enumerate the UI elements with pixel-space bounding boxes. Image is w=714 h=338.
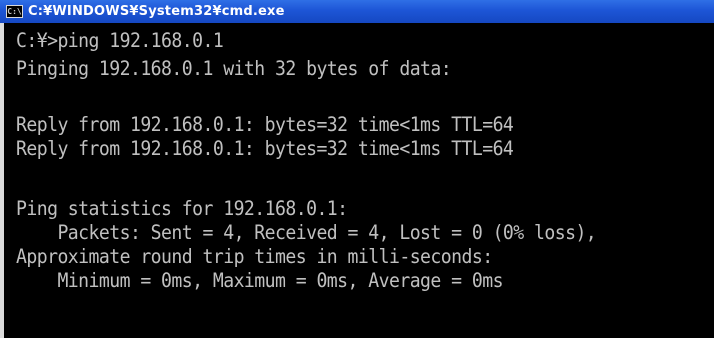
console-line: Ping statistics for 192.168.0.1: xyxy=(16,197,348,220)
title-bar[interactable]: C:\ C:¥WINDOWS¥System32¥cmd.exe xyxy=(0,0,714,23)
command-prompt-icon[interactable]: C:\ xyxy=(6,5,23,18)
console-line: C:¥>ping 192.168.0.1 xyxy=(16,29,224,52)
console-line: Pinging 192.168.0.1 with 32 bytes of dat… xyxy=(16,57,452,80)
cmd-window: C:\ C:¥WINDOWS¥System32¥cmd.exe C:¥>ping… xyxy=(0,0,714,338)
console-line: Reply from 192.168.0.1: bytes=32 time<1m… xyxy=(16,113,514,136)
console-line: Reply from 192.168.0.1: bytes=32 time<1m… xyxy=(16,137,514,160)
command-prompt-icon-label: C:\ xyxy=(7,6,22,16)
window-title: C:¥WINDOWS¥System32¥cmd.exe xyxy=(28,4,285,19)
console-line: Minimum = 0ms, Maximum = 0ms, Average = … xyxy=(16,269,503,292)
console-output[interactable]: C:¥>ping 192.168.0.1 Pinging 192.168.0.1… xyxy=(0,23,714,338)
console-line: Approximate round trip times in milli-se… xyxy=(16,245,493,268)
console-line: Packets: Sent = 4, Received = 4, Lost = … xyxy=(16,221,597,244)
